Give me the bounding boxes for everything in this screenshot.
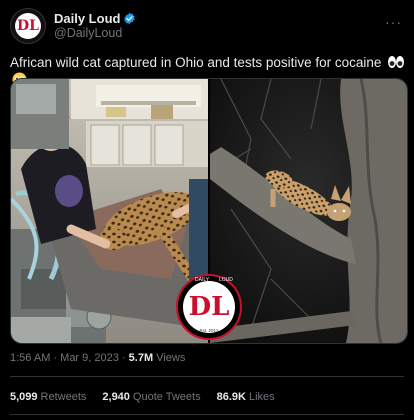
author-display-name[interactable]: Daily Loud [54, 11, 120, 26]
tweet-meta: 1:56 AM · Mar 9, 2023 · 5.7M Views [10, 352, 185, 364]
quotes-label: Quote Tweets [132, 391, 201, 403]
media-photos: DAILY LOUD DL Est. 2012 [11, 79, 407, 343]
watermark-top-text: DAILY [195, 277, 210, 283]
avatar-logo-text: DL [17, 18, 39, 34]
verified-badge-icon [124, 12, 136, 25]
avatar-badge: DL [15, 13, 41, 39]
author-names: Daily Loud @DailyLoud [54, 11, 136, 41]
retweets-stat[interactable]: 5,099 Retweets [10, 391, 86, 403]
meta-separator: · [121, 352, 126, 364]
retweets-count: 5,099 [10, 391, 38, 403]
views-label: Views [156, 352, 186, 364]
eyes-emoji-icon [388, 56, 405, 68]
retweets-label: Retweets [40, 391, 87, 403]
more-options-icon[interactable]: ··· [385, 14, 402, 30]
views-count: 5.7M [128, 352, 154, 364]
daily-loud-watermark: DAILY LOUD DL Est. 2012 [176, 274, 242, 340]
watermark-mark: DL [189, 292, 230, 322]
tweet-media[interactable]: DAILY LOUD DL Est. 2012 [10, 78, 408, 344]
meta-separator: · [53, 352, 58, 364]
tweet-header: DL Daily Loud @DailyLoud [10, 8, 136, 44]
avatar[interactable]: DL [10, 8, 46, 44]
tweet-time[interactable]: 1:56 AM [10, 352, 50, 364]
quote-tweets-stat[interactable]: 2,940 Quote Tweets [102, 391, 200, 403]
quotes-count: 2,940 [102, 391, 130, 403]
divider [10, 414, 404, 415]
watermark-right-text: LOUD [219, 277, 233, 283]
watermark-bottom-text: Est. 2012 [199, 328, 219, 333]
tweet-body: African wild cat captured in Ohio and te… [10, 55, 382, 70]
tweet-card: DL Daily Loud @DailyLoud ··· African wil… [0, 0, 414, 420]
divider [10, 376, 404, 377]
likes-count: 86.9K [216, 391, 246, 403]
author-handle[interactable]: @DailyLoud [54, 26, 136, 41]
likes-stat[interactable]: 86.9K Likes [217, 391, 275, 403]
likes-label: Likes [248, 391, 275, 403]
tweet-date[interactable]: Mar 9, 2023 [60, 352, 119, 364]
tweet-stats: 5,099 Retweets 2,940 Quote Tweets 86.9K Lik… [10, 391, 275, 403]
